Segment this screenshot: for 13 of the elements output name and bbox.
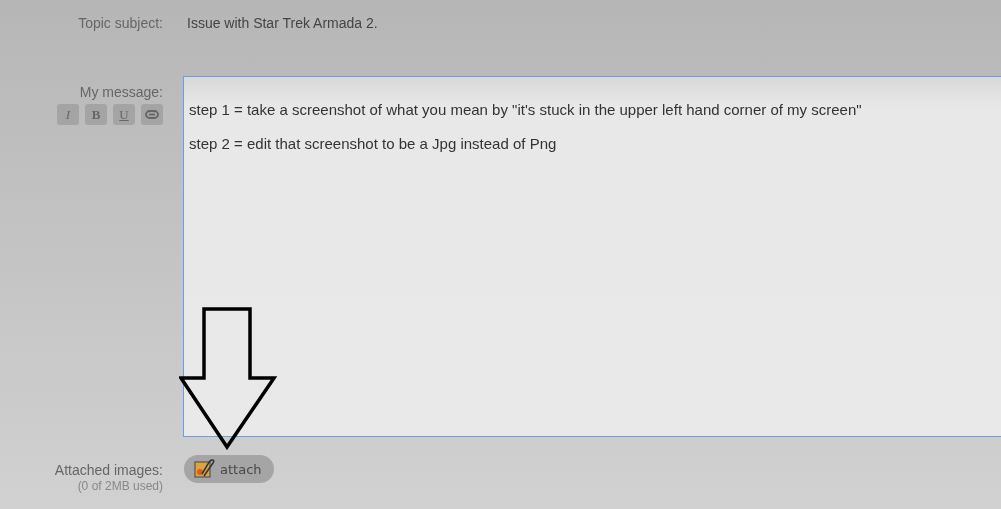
attach-button[interactable]: attach xyxy=(184,455,274,483)
topic-subject-label: Topic subject: xyxy=(78,15,163,32)
underline-button[interactable]: U xyxy=(113,104,135,125)
picture-clip-icon xyxy=(194,459,216,479)
message-field[interactable]: step 1 = take a screenshot of what you mean by "it's stuck in the upper left hand corner of my screen" step 2 = edit that screenshot to be a Jpg instead of Png xyxy=(183,76,1001,437)
my-message-label: My message: xyxy=(79,84,163,101)
topic-subject-value: Issue with Star Trek Armada 2. xyxy=(187,15,378,32)
usage-text: (0 of 2MB used) xyxy=(77,479,163,494)
link-icon xyxy=(145,110,159,119)
link-button[interactable] xyxy=(141,104,163,125)
attached-images-label: Attached images: xyxy=(54,462,163,479)
italic-button[interactable]: I xyxy=(57,104,79,125)
bold-button[interactable]: B xyxy=(85,104,107,125)
